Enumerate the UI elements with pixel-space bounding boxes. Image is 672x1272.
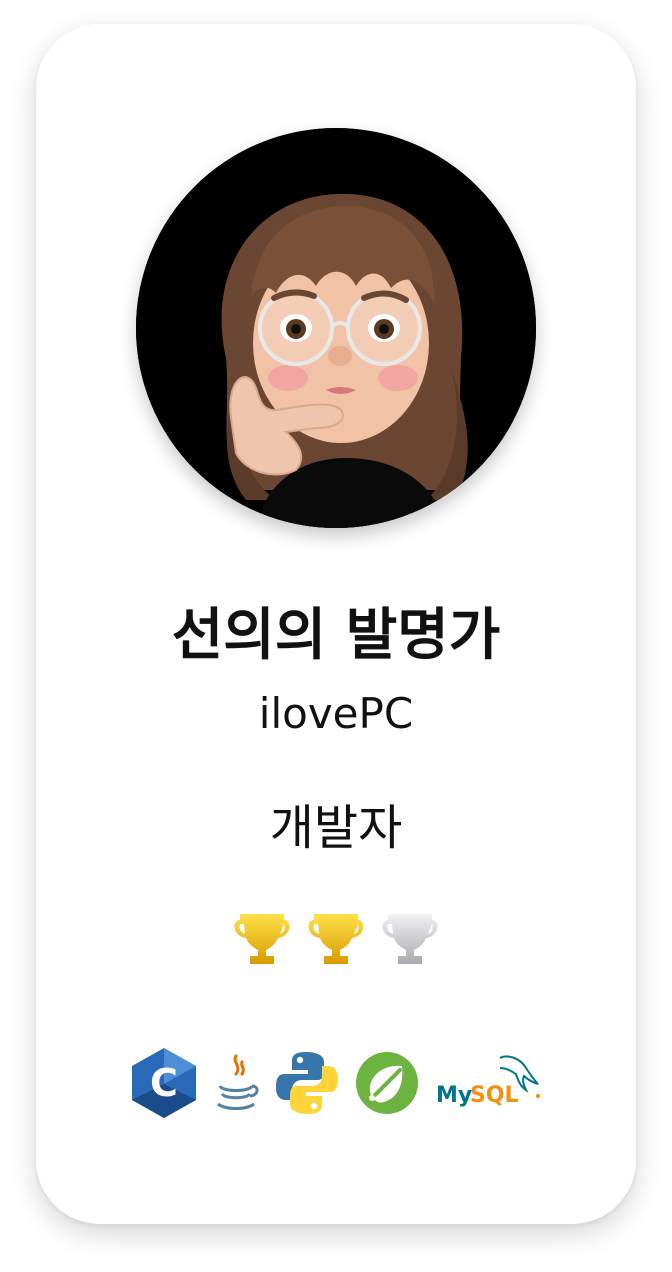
java-icon [217, 1054, 259, 1110]
mysql-label: My [436, 1083, 472, 1108]
mysql-icon: My SQL [436, 1055, 540, 1108]
svg-text:C: C [150, 1061, 178, 1105]
profile-handle: ilovePC [258, 689, 414, 738]
silver-trophy-icon [382, 914, 438, 964]
python-icon [276, 1052, 338, 1114]
gold-trophy-icon [308, 914, 364, 964]
svg-text:SQL: SQL [470, 1083, 519, 1108]
spring-icon [356, 1052, 418, 1114]
c-language-icon: C [132, 1048, 196, 1118]
tech-stack-row: C My SQL [36, 1046, 636, 1120]
profile-role: 개발자 [269, 800, 403, 856]
gold-trophy-icon [234, 914, 290, 964]
trophy-row [36, 906, 636, 970]
memoji-avatar-image [136, 128, 536, 528]
profile-card: 선의의 발명가 ilovePC 개발자 C My SQL [36, 24, 636, 1224]
avatar [136, 128, 536, 528]
profile-name: 선의의 발명가 [171, 603, 501, 668]
